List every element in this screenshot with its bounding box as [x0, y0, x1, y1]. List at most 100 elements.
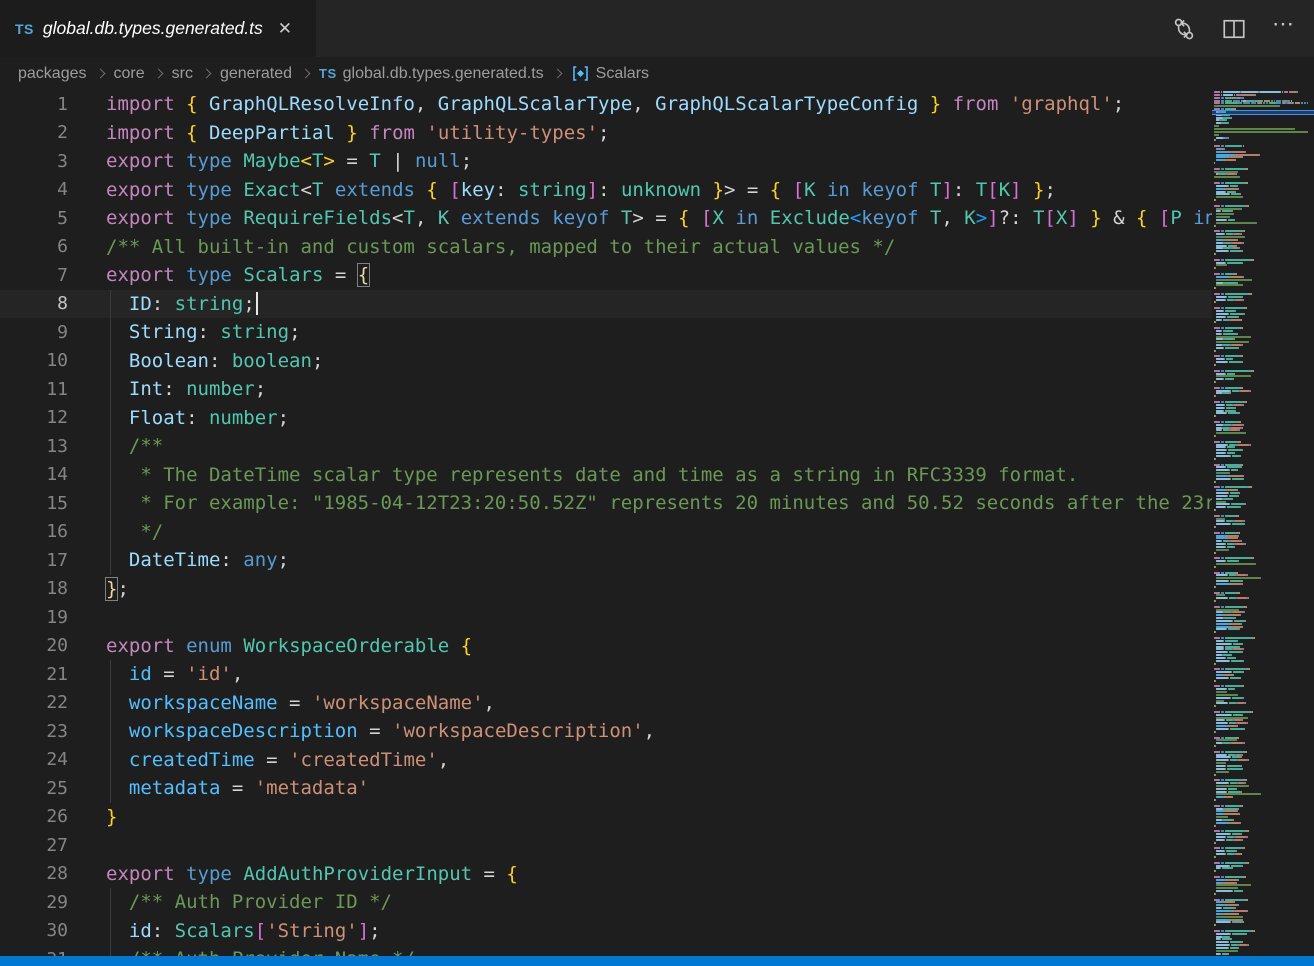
line-content[interactable] [68, 831, 1212, 860]
line-content[interactable]: createdTime = 'createdTime', [68, 746, 1212, 775]
line-number[interactable]: 13 [0, 436, 68, 457]
minimap[interactable] [1212, 90, 1314, 956]
code-line-24[interactable]: 24 createdTime = 'createdTime', [0, 746, 1212, 775]
line-number[interactable]: 7 [0, 265, 68, 286]
line-content[interactable]: id: Scalars['String']; [68, 917, 1212, 946]
line-content[interactable]: metadata = 'metadata' [68, 774, 1212, 803]
breadcrumb-item-scalars[interactable]: Scalars [571, 64, 649, 84]
code-line-19[interactable]: 19 [0, 603, 1212, 632]
line-content[interactable]: * For example: "1985-04-12T23:20:50.52Z"… [68, 489, 1212, 518]
line-content[interactable]: }; [68, 575, 1212, 604]
breadcrumb-item-generated[interactable]: generated [220, 65, 292, 83]
line-content[interactable]: export type Scalars = { [68, 261, 1212, 290]
line-number[interactable]: 23 [0, 721, 68, 742]
code-line-20[interactable]: 20export enum WorkspaceOrderable { [0, 632, 1212, 661]
line-number[interactable]: 8 [0, 293, 68, 314]
line-content[interactable]: Int: number; [68, 375, 1212, 404]
code-line-23[interactable]: 23 workspaceDescription = 'workspaceDesc… [0, 717, 1212, 746]
open-changes-icon[interactable] [1172, 17, 1196, 41]
breadcrumb-item-core[interactable]: core [114, 65, 145, 83]
close-tab-icon[interactable]: ✕ [278, 20, 292, 37]
code-line-13[interactable]: 13 /** [0, 432, 1212, 461]
line-content[interactable]: * The DateTime scalar type represents da… [68, 461, 1212, 490]
code-line-26[interactable]: 26} [0, 803, 1212, 832]
line-number[interactable]: 21 [0, 664, 68, 685]
line-number[interactable]: 18 [0, 578, 68, 599]
line-content[interactable]: id = 'id', [68, 660, 1212, 689]
line-content[interactable]: workspaceDescription = 'workspaceDescrip… [68, 717, 1212, 746]
code-line-4[interactable]: 4export type Exact<T extends { [key: str… [0, 176, 1212, 205]
line-content[interactable]: */ [68, 518, 1212, 547]
line-number[interactable]: 22 [0, 692, 68, 713]
line-number[interactable]: 30 [0, 920, 68, 941]
line-content[interactable]: /** Auth Provider Name */ [68, 945, 1212, 956]
line-number[interactable]: 20 [0, 635, 68, 656]
line-number[interactable]: 9 [0, 322, 68, 343]
line-number[interactable]: 26 [0, 806, 68, 827]
code-line-22[interactable]: 22 workspaceName = 'workspaceName', [0, 689, 1212, 718]
line-content[interactable] [68, 603, 1212, 632]
code-line-29[interactable]: 29 /** Auth Provider ID */ [0, 888, 1212, 917]
line-number[interactable]: 19 [0, 607, 68, 628]
line-number[interactable]: 10 [0, 350, 68, 371]
line-number[interactable]: 4 [0, 179, 68, 200]
line-number[interactable]: 28 [0, 863, 68, 884]
code-line-15[interactable]: 15 * For example: "1985-04-12T23:20:50.5… [0, 489, 1212, 518]
line-content[interactable]: String: string; [68, 318, 1212, 347]
line-number[interactable]: 16 [0, 521, 68, 542]
line-number[interactable]: 1 [0, 94, 68, 115]
line-number[interactable]: 31 [0, 949, 68, 956]
line-content[interactable]: export type AddAuthProviderInput = { [68, 860, 1212, 889]
code-line-12[interactable]: 12 Float: number; [0, 404, 1212, 433]
code-line-11[interactable]: 11 Int: number; [0, 375, 1212, 404]
code-line-18[interactable]: 18}; [0, 575, 1212, 604]
line-number[interactable]: 12 [0, 407, 68, 428]
more-actions-icon[interactable]: ⋯ [1272, 20, 1296, 37]
code-line-28[interactable]: 28export type AddAuthProviderInput = { [0, 860, 1212, 889]
code-line-17[interactable]: 17 DateTime: any; [0, 546, 1212, 575]
breadcrumb-item-global-db-types-generated-ts[interactable]: TSglobal.db.types.generated.ts [319, 65, 544, 83]
tab-global-db-types-generated[interactable]: TS global.db.types.generated.ts ✕ [0, 0, 316, 57]
line-number[interactable]: 3 [0, 151, 68, 172]
line-number[interactable]: 24 [0, 749, 68, 770]
code-editor[interactable]: 1import { GraphQLResolveInfo, GraphQLSca… [0, 90, 1212, 956]
line-content[interactable]: Float: number; [68, 404, 1212, 433]
line-content[interactable]: export type RequireFields<T, K extends k… [68, 204, 1212, 233]
line-number[interactable]: 17 [0, 550, 68, 571]
line-content[interactable]: Boolean: boolean; [68, 347, 1212, 376]
breadcrumb-item-packages[interactable]: packages [18, 65, 87, 83]
code-line-1[interactable]: 1import { GraphQLResolveInfo, GraphQLSca… [0, 90, 1212, 119]
code-line-2[interactable]: 2import { DeepPartial } from 'utility-ty… [0, 119, 1212, 148]
line-content[interactable]: DateTime: any; [68, 546, 1212, 575]
line-number[interactable]: 25 [0, 778, 68, 799]
line-content[interactable]: /** All built-in and custom scalars, map… [68, 233, 1212, 262]
code-line-10[interactable]: 10 Boolean: boolean; [0, 347, 1212, 376]
line-content[interactable]: export enum WorkspaceOrderable { [68, 632, 1212, 661]
code-line-8[interactable]: 8 ID: string; [0, 290, 1212, 319]
code-line-21[interactable]: 21 id = 'id', [0, 660, 1212, 689]
line-content[interactable]: import { DeepPartial } from 'utility-typ… [68, 119, 1212, 148]
code-line-7[interactable]: 7export type Scalars = { [0, 261, 1212, 290]
line-number[interactable]: 5 [0, 208, 68, 229]
breadcrumb-item-src[interactable]: src [172, 65, 193, 83]
line-number[interactable]: 2 [0, 122, 68, 143]
line-number[interactable]: 11 [0, 379, 68, 400]
line-content[interactable]: /** [68, 432, 1212, 461]
line-content[interactable]: } [68, 803, 1212, 832]
line-number[interactable]: 27 [0, 835, 68, 856]
code-line-27[interactable]: 27 [0, 831, 1212, 860]
line-number[interactable]: 29 [0, 892, 68, 913]
code-line-5[interactable]: 5export type RequireFields<T, K extends … [0, 204, 1212, 233]
line-content[interactable]: workspaceName = 'workspaceName', [68, 689, 1212, 718]
code-line-9[interactable]: 9 String: string; [0, 318, 1212, 347]
code-line-14[interactable]: 14 * The DateTime scalar type represents… [0, 461, 1212, 490]
line-number[interactable]: 15 [0, 493, 68, 514]
line-content[interactable]: /** Auth Provider ID */ [68, 888, 1212, 917]
line-number[interactable]: 14 [0, 464, 68, 485]
line-content[interactable]: ID: string; [68, 290, 1212, 319]
code-line-16[interactable]: 16 */ [0, 518, 1212, 547]
code-line-3[interactable]: 3export type Maybe<T> = T | null; [0, 147, 1212, 176]
line-content[interactable]: import { GraphQLResolveInfo, GraphQLScal… [68, 90, 1212, 119]
line-number[interactable]: 6 [0, 236, 68, 257]
code-line-6[interactable]: 6/** All built-in and custom scalars, ma… [0, 233, 1212, 262]
